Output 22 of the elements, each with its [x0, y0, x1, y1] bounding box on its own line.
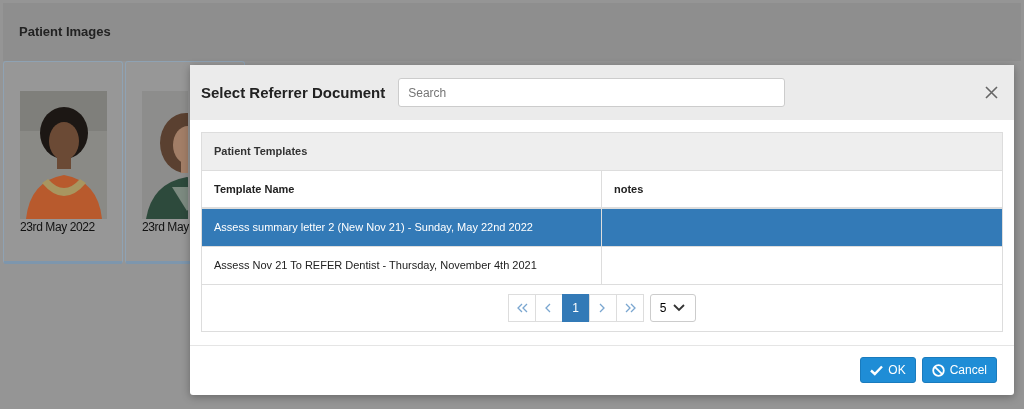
table-row[interactable]: Assess Nov 21 To REFER Dentist - Thursday, November 4th 2021	[202, 247, 1002, 285]
column-header: Template Name	[202, 171, 602, 207]
page-size-select[interactable]: 5	[649, 294, 696, 322]
ok-button[interactable]: OK	[860, 357, 916, 383]
search-field[interactable]: Search	[398, 78, 786, 107]
column-header: notes	[613, 181, 645, 197]
table-caption: Patient Templates	[214, 144, 308, 160]
previous-page-icon[interactable]	[534, 294, 563, 322]
ban-icon	[931, 363, 945, 377]
image-date: 23rd May 2022	[20, 219, 95, 235]
chevron-down-icon	[673, 304, 686, 312]
table-row[interactable]: Assess summary letter 2 (New Nov 21) - Sunday, May 22nd 2022	[202, 209, 1002, 247]
next-page-icon[interactable]	[588, 294, 617, 322]
check-icon	[870, 364, 884, 376]
dialog-title: Select Referrer Document	[201, 83, 386, 102]
panel-title: Patient Images	[19, 23, 111, 42]
page-button[interactable]: 1	[561, 294, 590, 322]
close-icon[interactable]	[983, 84, 1000, 101]
table-cell-text: Assess summary letter 2 (New Nov 21) - Sunday, May 22nd 2022	[214, 220, 533, 236]
table-cell-text: Assess Nov 21 To REFER Dentist - Thursday, November 4th 2021	[214, 258, 537, 274]
cancel-button[interactable]: Cancel	[921, 357, 997, 383]
image-date: 23rd May	[142, 219, 189, 235]
